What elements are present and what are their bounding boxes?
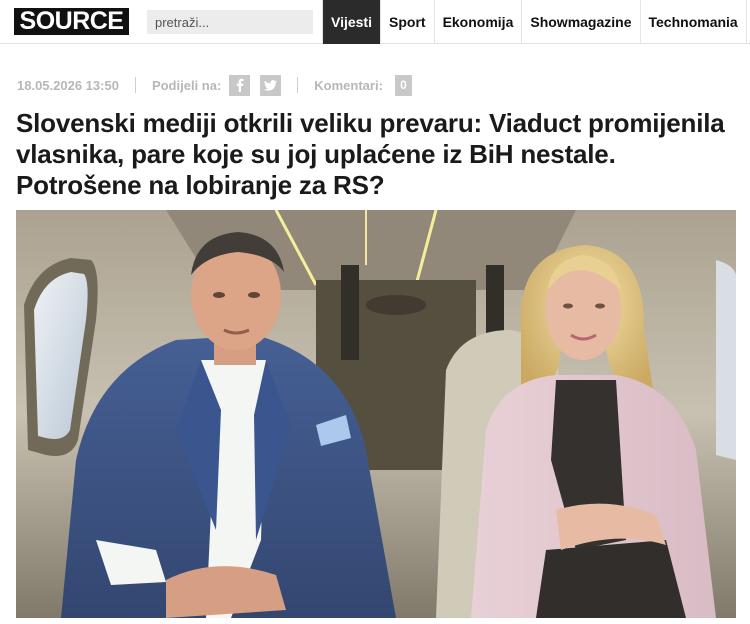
facebook-share-button[interactable]: [229, 74, 251, 96]
share-label: Podijeli na:: [151, 77, 222, 93]
main-nav: Vijesti Sport Ekonomija Showmagazine Tec…: [322, 0, 747, 44]
nav-item-sport[interactable]: Sport: [381, 0, 435, 44]
site-header: SOURCE Vijesti Sport Ekonomija Showmagaz…: [0, 0, 750, 44]
site-logo[interactable]: SOURCE: [14, 8, 129, 35]
twitter-share-button[interactable]: [260, 74, 282, 96]
nav-item-showmagazine[interactable]: Showmagazine: [522, 0, 641, 44]
facebook-icon: [237, 78, 244, 92]
nav-item-technomania[interactable]: Technomania: [641, 0, 747, 44]
meta-divider: [297, 77, 299, 93]
article-date: 18.05.2026 13:50: [17, 77, 119, 93]
article-title: Slovenski mediji otkrili veliku prevaru:…: [16, 108, 725, 200]
photo-illustration: [16, 210, 736, 618]
nav-item-vijesti[interactable]: Vijesti: [322, 0, 381, 44]
article-photo: [16, 210, 736, 618]
comments-count-badge[interactable]: 0: [394, 74, 412, 96]
article-meta: 18.05.2026 13:50 Podijeli na: Komentari:…: [17, 74, 412, 96]
meta-divider: [134, 77, 136, 93]
search-input[interactable]: [147, 10, 313, 34]
comments-label: Komentari:: [314, 77, 383, 93]
twitter-icon: [264, 79, 278, 91]
nav-item-ekonomija[interactable]: Ekonomija: [435, 0, 523, 44]
